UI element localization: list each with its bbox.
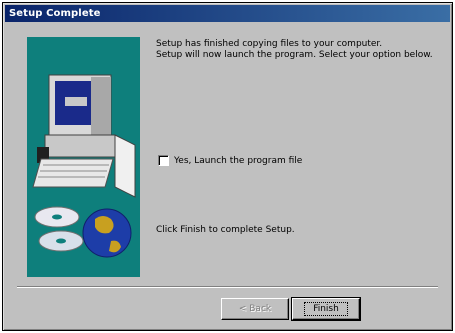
setup-dialog: Setup Complete Setup has finished copyin…	[2, 2, 453, 331]
computer-with-cds-and-globe-illustration	[32, 74, 136, 258]
launch-checkbox[interactable]	[158, 155, 169, 166]
title-bar[interactable]: Setup Complete	[5, 5, 450, 22]
launch-option[interactable]: Yes, Launch the program file	[158, 155, 302, 166]
finish-button-label: Finish	[304, 302, 348, 316]
launch-instruction-message: Setup will now launch the program. Selec…	[156, 50, 433, 60]
launch-checkbox-label[interactable]: Yes, Launch the program file	[174, 156, 302, 166]
window-title: Setup Complete	[9, 8, 101, 19]
finish-hint: Click Finish to complete Setup.	[156, 225, 295, 235]
setup-illustration	[27, 37, 140, 277]
back-button[interactable]: < Back	[221, 298, 289, 320]
finish-button[interactable]: Finish	[291, 297, 361, 321]
button-separator	[17, 286, 438, 288]
setup-finished-message: Setup has finished copying files to your…	[156, 39, 383, 49]
